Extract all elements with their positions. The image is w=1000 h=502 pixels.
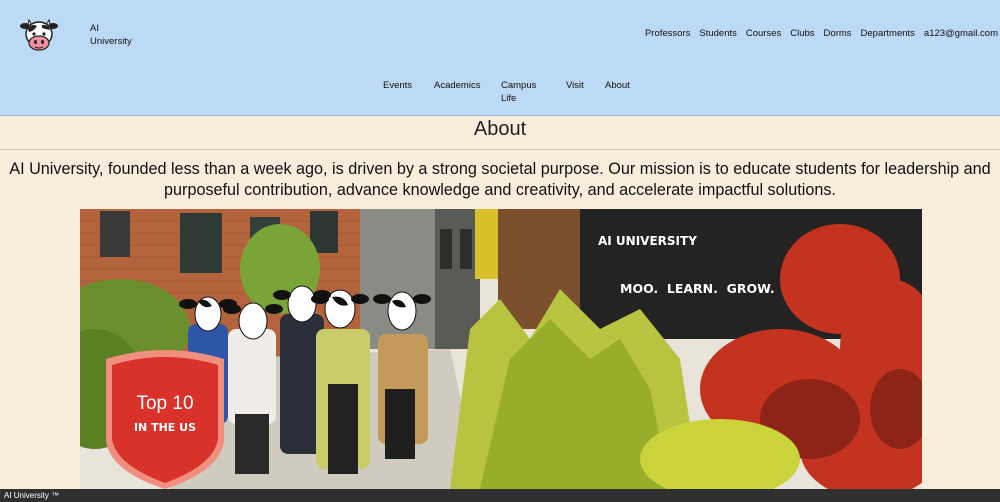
- nav-account-email[interactable]: a123@gmail.com: [924, 28, 998, 39]
- nav-campus-life-line-2: Life: [501, 93, 517, 104]
- nav-professors[interactable]: Professors: [645, 28, 690, 39]
- nav-departments[interactable]: Departments: [861, 28, 915, 39]
- hero-headline: AI UNIVERSITY: [598, 234, 697, 248]
- nav-clubs[interactable]: Clubs: [790, 28, 814, 39]
- brand-name[interactable]: AI University: [90, 22, 150, 48]
- nav-courses[interactable]: Courses: [746, 28, 781, 39]
- divider: [0, 149, 1000, 150]
- hero-image: AI UNIVERSITY MOO. LEARN. GROW. Top 10 I…: [80, 209, 922, 489]
- nav-events[interactable]: Events: [383, 79, 412, 92]
- nav-academics[interactable]: Academics: [434, 79, 480, 92]
- top10-badge: Top 10 IN THE US: [106, 350, 224, 489]
- hero-tagline: MOO. LEARN. GROW.: [620, 281, 775, 296]
- nav-visit[interactable]: Visit: [566, 79, 584, 92]
- page-title: About: [473, 118, 527, 140]
- cow-logo-icon[interactable]: [20, 17, 58, 53]
- site-header: AI University Professors Students Course…: [0, 0, 1000, 116]
- top-nav: Professors Students Courses Clubs Dorms …: [645, 28, 998, 39]
- nav-about[interactable]: About: [605, 79, 630, 92]
- badge-line-1: Top 10: [136, 393, 193, 414]
- nav-students[interactable]: Students: [699, 28, 737, 39]
- site-footer: AI University ™: [0, 489, 1000, 502]
- badge-line-2: IN THE US: [134, 421, 196, 434]
- nav-campus-life[interactable]: Campus Life: [501, 79, 536, 105]
- nav-dorms[interactable]: Dorms: [824, 28, 852, 39]
- brand-line-2: University: [90, 36, 132, 47]
- nav-campus-life-line-1: Campus: [501, 80, 537, 91]
- mission-line-1: AI University, founded less than a week …: [9, 160, 991, 178]
- brand-line-1: AI: [90, 23, 99, 34]
- mission-line-2: purposeful contribution, advance knowled…: [164, 181, 836, 199]
- mission-statement: AI University, founded less than a week …: [0, 159, 1000, 201]
